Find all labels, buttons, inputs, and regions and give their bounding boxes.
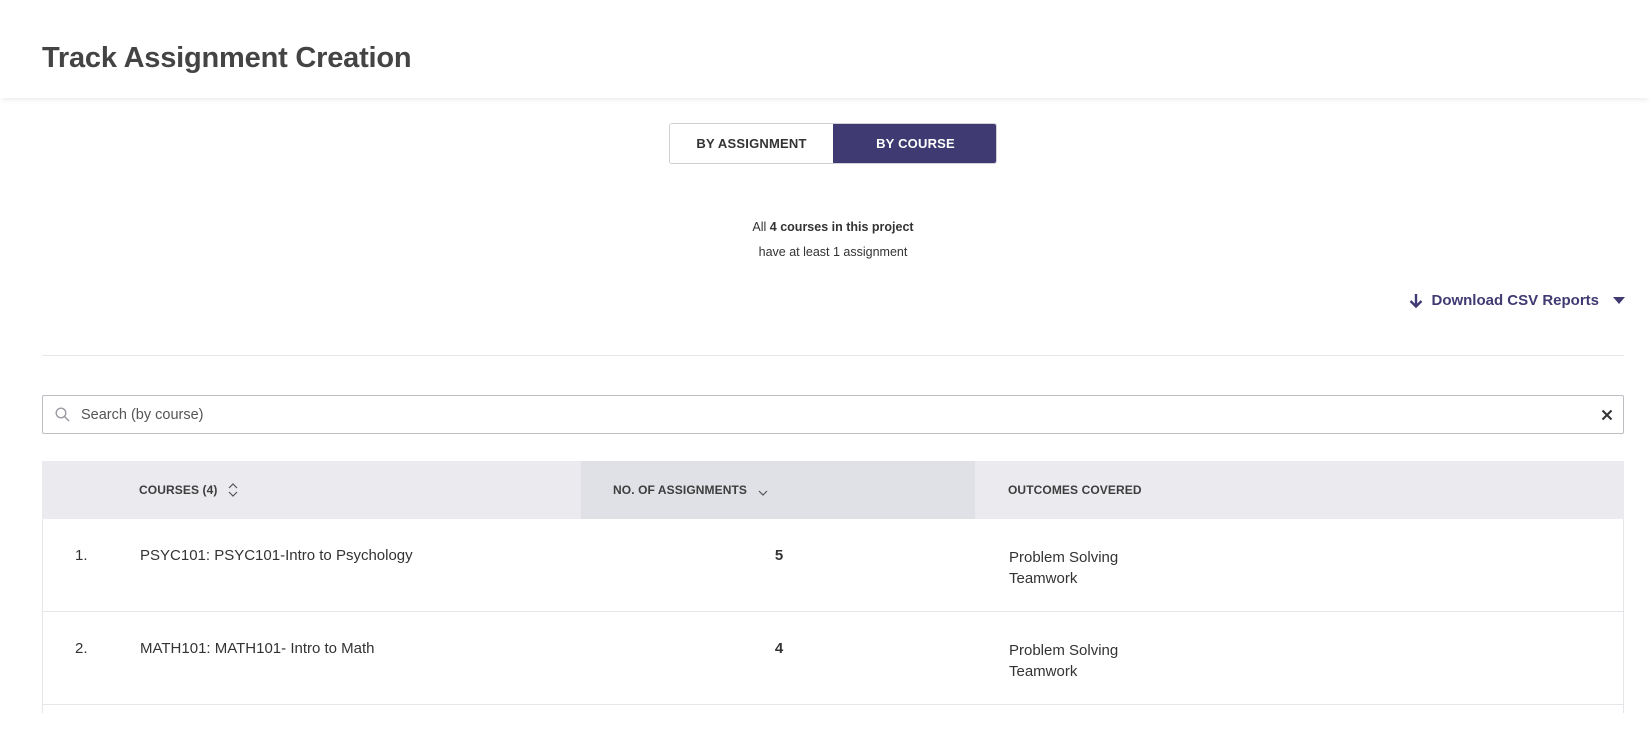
search-icon [55,407,70,422]
table-row-partial [42,705,1624,713]
table-row: 2. MATH101: MATH101- Intro to Math 4 Pro… [42,612,1624,705]
row-index: 2. [75,640,88,657]
outcome-item: Problem Solving [1009,642,1119,659]
arrow-down-icon [1410,293,1423,308]
download-csv-label: Download CSV Reports [1431,292,1599,309]
outcome-item: Teamwork [1009,663,1078,680]
section-divider [42,355,1624,356]
summary-line-1: All 4 courses in this project [0,220,1650,234]
column-header-assignments-label: NO. OF ASSIGNMENTS [613,483,748,497]
column-header-outcomes: OUTCOMES COVERED [1008,483,1142,497]
outcome-item: Problem Solving [1009,549,1119,566]
summary-line-2: have at least 1 assignment [758,245,908,259]
courses-table: COURSES (4) NO. OF ASSIGNMENTS OUTCOMES … [42,461,1624,713]
page-title: Track Assignment Creation [42,42,412,74]
sort-icon[interactable] [227,482,239,498]
column-header-courses-label: COURSES (4) [139,483,218,497]
view-toggle: BY ASSIGNMENT BY COURSE [669,123,997,164]
search-bar [42,395,1624,434]
download-csv-button[interactable]: Download CSV Reports [1409,292,1625,309]
column-header-courses[interactable]: COURSES (4) [139,461,239,519]
assignment-count: 4 [774,640,784,657]
assignment-count: 5 [774,547,784,564]
outcomes-list: Problem Solving Teamwork [1009,640,1118,682]
close-icon[interactable] [1601,409,1613,421]
table-header: COURSES (4) NO. OF ASSIGNMENTS OUTCOMES … [42,461,1624,519]
outcome-item: Teamwork [1009,570,1078,587]
by-course-tab[interactable]: BY COURSE [833,124,996,163]
page-header: Track Assignment Creation [0,0,1650,98]
course-name: PSYC101: PSYC101-Intro to Psychology [140,547,413,564]
caret-down-icon[interactable] [1613,296,1625,305]
sort-descending-icon[interactable] [757,488,769,498]
table-row: 1. PSYC101: PSYC101-Intro to Psychology … [42,519,1624,612]
column-header-assignments[interactable]: NO. OF ASSIGNMENTS [581,461,975,519]
by-assignment-tab[interactable]: BY ASSIGNMENT [670,124,833,163]
outcomes-list: Problem Solving Teamwork [1009,547,1118,589]
row-index: 1. [75,547,88,564]
summary-highlight: 4 courses in this project [769,220,914,234]
search-input[interactable] [81,406,1601,423]
summary-prefix: All [752,220,767,234]
course-name: MATH101: MATH101- Intro to Math [140,640,375,657]
